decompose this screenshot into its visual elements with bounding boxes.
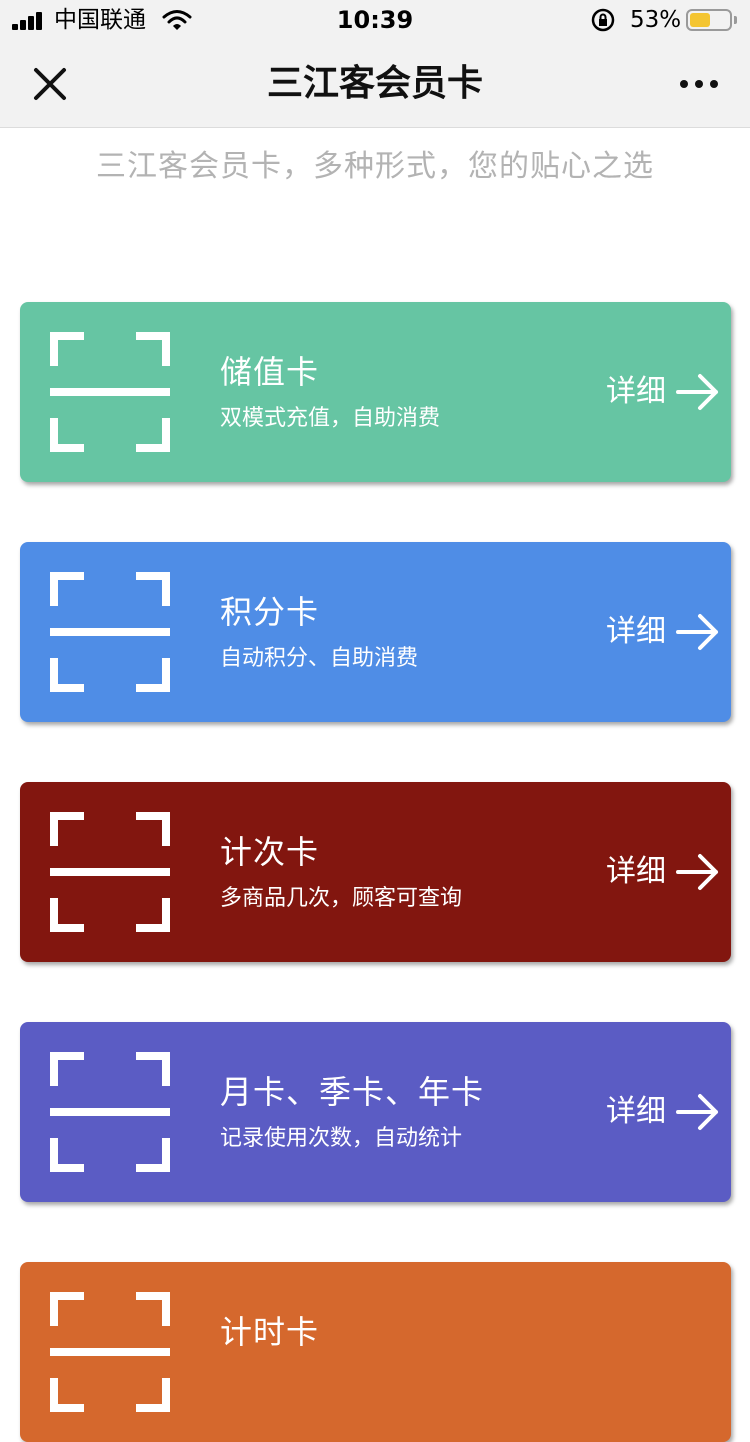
page-subtitle: 三江客会员卡，多种形式，您的贴心之选: [96, 149, 654, 184]
more-icon[interactable]: [668, 70, 728, 98]
nav-bar: 三江客会员卡: [0, 40, 750, 128]
detail-link[interactable]: 详细: [606, 1088, 666, 1136]
page-title: 三江客会员卡: [266, 63, 483, 104]
card-timed[interactable]: 计时卡: [20, 1262, 731, 1442]
scan-icon: [50, 572, 170, 692]
card-title: 月卡、季卡、年卡: [220, 1073, 485, 1111]
top-bar: 中国联通 10:39 53% 三江客会员卡: [0, 0, 750, 128]
card-description: 双模式充值，自助消费: [220, 406, 441, 431]
detail-link[interactable]: 详细: [606, 368, 666, 416]
close-icon[interactable]: [26, 60, 74, 108]
card-description: 记录使用次数，自动统计: [220, 1126, 463, 1151]
scan-icon: [50, 812, 170, 932]
card-period[interactable]: 月卡、季卡、年卡 记录使用次数，自动统计 详细: [20, 1022, 731, 1202]
card-description: 自动积分、自助消费: [220, 646, 419, 671]
card-stored-value[interactable]: 储值卡 双模式充值，自助消费 详细: [20, 302, 731, 482]
card-title: 积分卡: [220, 593, 320, 631]
card-title: 计次卡: [220, 833, 320, 871]
scan-icon: [50, 1292, 170, 1412]
card-description: 多商品几次，顾客可查询: [220, 886, 463, 911]
arrow-right-icon: [676, 1094, 718, 1130]
card-title: 计时卡: [220, 1313, 320, 1351]
scan-icon: [50, 1052, 170, 1172]
card-points[interactable]: 积分卡 自动积分、自助消费 详细: [20, 542, 731, 722]
card-title: 储值卡: [220, 353, 320, 391]
arrow-right-icon: [676, 614, 718, 650]
battery-percent: 53%: [630, 7, 682, 33]
battery-icon: [686, 9, 732, 31]
battery-cap: [734, 16, 737, 24]
arrow-right-icon: [676, 854, 718, 890]
battery-fill: [690, 13, 710, 27]
arrow-right-icon: [676, 374, 718, 410]
detail-link[interactable]: 详细: [606, 608, 666, 656]
rotation-lock-icon: [591, 8, 615, 32]
scan-icon: [50, 332, 170, 452]
detail-link[interactable]: 详细: [606, 848, 666, 896]
status-bar: 中国联通 10:39 53%: [0, 0, 750, 40]
card-count[interactable]: 计次卡 多商品几次，顾客可查询 详细: [20, 782, 731, 962]
